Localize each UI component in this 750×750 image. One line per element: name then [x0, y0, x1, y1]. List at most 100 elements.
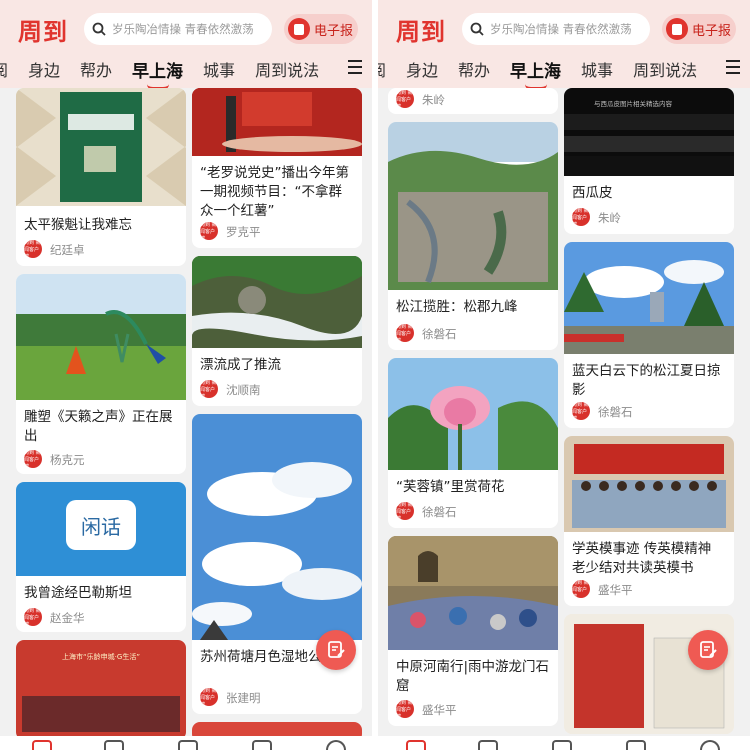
author-avatar: 周到 新闻客户端 [396, 501, 414, 522]
article-title: “老罗说党史”播出今年第一期视频节目：“不拿群众一个红薯” [200, 165, 349, 219]
author-name: 盛华平 [422, 703, 457, 717]
article-image [388, 536, 558, 650]
image-caption: 闲话 [66, 500, 136, 550]
app-logo[interactable]: 周到 [18, 12, 68, 47]
author-name: 徐磐石 [422, 327, 457, 341]
video-icon[interactable] [478, 740, 498, 750]
article-title: 松江揽胜：松郡九峰 [396, 299, 518, 315]
epaper-label: 电子报 [314, 23, 354, 39]
home-icon[interactable] [32, 740, 52, 750]
home-icon[interactable] [406, 740, 426, 750]
image-caption: 上海市“乐龄申城·G生活” [62, 653, 140, 661]
author-avatar: 周到 新闻客户端 [24, 239, 42, 260]
article-image [192, 414, 362, 640]
right-screen: 周到 岁乐陶冶情操 青春依然激荡 电子报 阅 身边 帮办 早上海 城事 周到说法… [378, 0, 750, 750]
article-card[interactable]: 学英模事迹 传英模精神 老少结对共读英模书 周到 新闻客户端 盛华平 [564, 436, 734, 606]
article-card[interactable]: 周到 新闻客户端 朱岭 [388, 88, 558, 114]
article-card[interactable]: 太平猴魁让我难忘 周到 新闻客户端 纪廷卓 [16, 88, 186, 266]
article-image [16, 88, 186, 206]
author-name: 赵金华 [50, 611, 85, 625]
author-name: 朱岭 [422, 93, 445, 107]
menu-icon[interactable] [348, 60, 362, 74]
author-name: 杨克元 [50, 453, 85, 467]
profile-icon[interactable] [326, 740, 346, 750]
app-header: 周到 岁乐陶冶情操 青春依然激荡 电子报 阅 身边 帮办 早上海 城事 周到说法 [378, 0, 750, 90]
article-title: 中原河南行|雨中游龙门石窟 [396, 659, 550, 694]
author-name: 徐磐石 [598, 405, 633, 419]
article-title: 蓝天白云下的松江夏日掠影 [572, 363, 721, 398]
article-card[interactable]: 中原河南行|雨中游龙门石窟 周到 新闻客户端 盛华平 [388, 536, 558, 726]
author-avatar: 周到 新闻客户端 [396, 89, 414, 110]
article-image [16, 274, 186, 400]
author-name: 纪廷卓 [50, 243, 85, 257]
article-image [388, 122, 558, 290]
tab-help[interactable]: 帮办 [80, 57, 112, 81]
tab-help[interactable]: 帮办 [458, 57, 490, 81]
article-title: 太平猴魁让我难忘 [24, 217, 132, 233]
tab-city[interactable]: 城事 [203, 57, 235, 81]
compose-button[interactable] [688, 630, 728, 670]
tab-nearby[interactable]: 身边 [406, 57, 438, 81]
gift-icon[interactable] [252, 740, 272, 750]
epaper-icon [666, 18, 688, 40]
article-card[interactable]: “老罗说党史”播出今年第一期视频节目：“不拿群众一个红薯” 周到 新闻客户端 罗… [192, 88, 362, 248]
author-name: 罗克平 [226, 225, 261, 239]
edit-icon [328, 641, 345, 658]
author-name: 沈顺南 [226, 383, 261, 397]
article-card[interactable]: 漂流成了推流 周到 新闻客户端 沈顺南 [192, 256, 362, 406]
article-card[interactable]: 与西瓜皮图片相关精选内容 西瓜皮 周到 新闻客户端 朱岭 [564, 88, 734, 234]
app-logo[interactable]: 周到 [396, 12, 446, 47]
article-card[interactable]: 松江揽胜：松郡九峰 周到 新闻客户端 徐磐石 [388, 122, 558, 350]
tab-reading[interactable]: 阅 [378, 57, 386, 81]
article-title: 学英模事迹 传英模精神 老少结对共读英模书 [572, 541, 712, 576]
album-icon[interactable] [178, 740, 198, 750]
search-bar[interactable]: 岁乐陶冶情操 青春依然激荡 [84, 13, 272, 45]
article-card[interactable]: 闲话 我曾途经巴勒斯坦 周到 新闻客户端 赵金华 [16, 482, 186, 632]
channel-tabs: 阅 身边 帮办 早上海 城事 周到说法 [0, 54, 372, 90]
tab-legal[interactable]: 周到说法 [255, 57, 319, 81]
article-title: “芙蓉镇”里赏荷花 [396, 479, 505, 495]
tab-nearby[interactable]: 身边 [28, 57, 60, 81]
article-image [192, 256, 362, 348]
compose-button[interactable] [316, 630, 356, 670]
author-avatar: 周到 新闻客户端 [24, 449, 42, 470]
author-avatar: 周到 新闻客户端 [24, 607, 42, 628]
epaper-button[interactable]: 电子报 [284, 14, 358, 44]
author-avatar: 周到 新闻客户端 [200, 687, 218, 708]
video-icon[interactable] [104, 740, 124, 750]
profile-icon[interactable] [700, 740, 720, 750]
article-card[interactable]: 雕塑《天籁之声》正在展出 周到 新闻客户端 杨克元 [16, 274, 186, 474]
tab-morning-shanghai[interactable]: 早上海 [510, 57, 561, 90]
article-card[interactable]: “芙蓉镇”里赏荷花 周到 新闻客户端 徐磐石 [388, 358, 558, 528]
article-image [192, 88, 362, 156]
menu-icon[interactable] [726, 60, 740, 74]
author-avatar: 周到 新闻客户端 [572, 207, 590, 228]
album-icon[interactable] [552, 740, 572, 750]
author-avatar: 周到 新闻客户端 [200, 379, 218, 400]
author-name: 盛华平 [598, 583, 633, 597]
article-card[interactable]: 上海市“乐龄申城·G生活” [16, 640, 186, 740]
author-avatar: 周到 新闻客户端 [572, 579, 590, 600]
author-avatar: 周到 新闻客户端 [200, 221, 218, 242]
article-image: 与西瓜皮图片相关精选内容 [564, 88, 734, 176]
gift-icon[interactable] [626, 740, 646, 750]
author-name: 朱岭 [598, 211, 621, 225]
search-placeholder: 岁乐陶冶情操 青春依然激荡 [112, 22, 254, 36]
epaper-button[interactable]: 电子报 [662, 14, 736, 44]
bottom-tab-bar [378, 736, 750, 750]
article-card[interactable]: 蓝天白云下的松江夏日掠影 周到 新闻客户端 徐磐石 [564, 242, 734, 428]
tab-legal[interactable]: 周到说法 [633, 57, 697, 81]
tab-morning-shanghai-label: 早上海 [132, 61, 184, 82]
tab-city[interactable]: 城事 [581, 57, 613, 81]
tab-reading[interactable]: 阅 [0, 57, 8, 81]
author-name: 张建明 [226, 691, 261, 705]
article-image: 闲话 [16, 482, 186, 576]
search-bar[interactable]: 岁乐陶冶情操 青春依然激荡 [462, 13, 650, 45]
tab-morning-shanghai[interactable]: 早上海 [132, 57, 184, 90]
author-avatar: 周到 新闻客户端 [396, 323, 414, 344]
channel-tabs: 阅 身边 帮办 早上海 城事 周到说法 [378, 54, 750, 90]
app-header: 周到 岁乐陶冶情操 青春依然激荡 电子报 阅 身边 帮办 早上海 城事 周到说法 [0, 0, 372, 90]
article-title: 西瓜皮 [572, 185, 613, 201]
epaper-icon [288, 18, 310, 40]
epaper-label: 电子报 [692, 23, 732, 39]
